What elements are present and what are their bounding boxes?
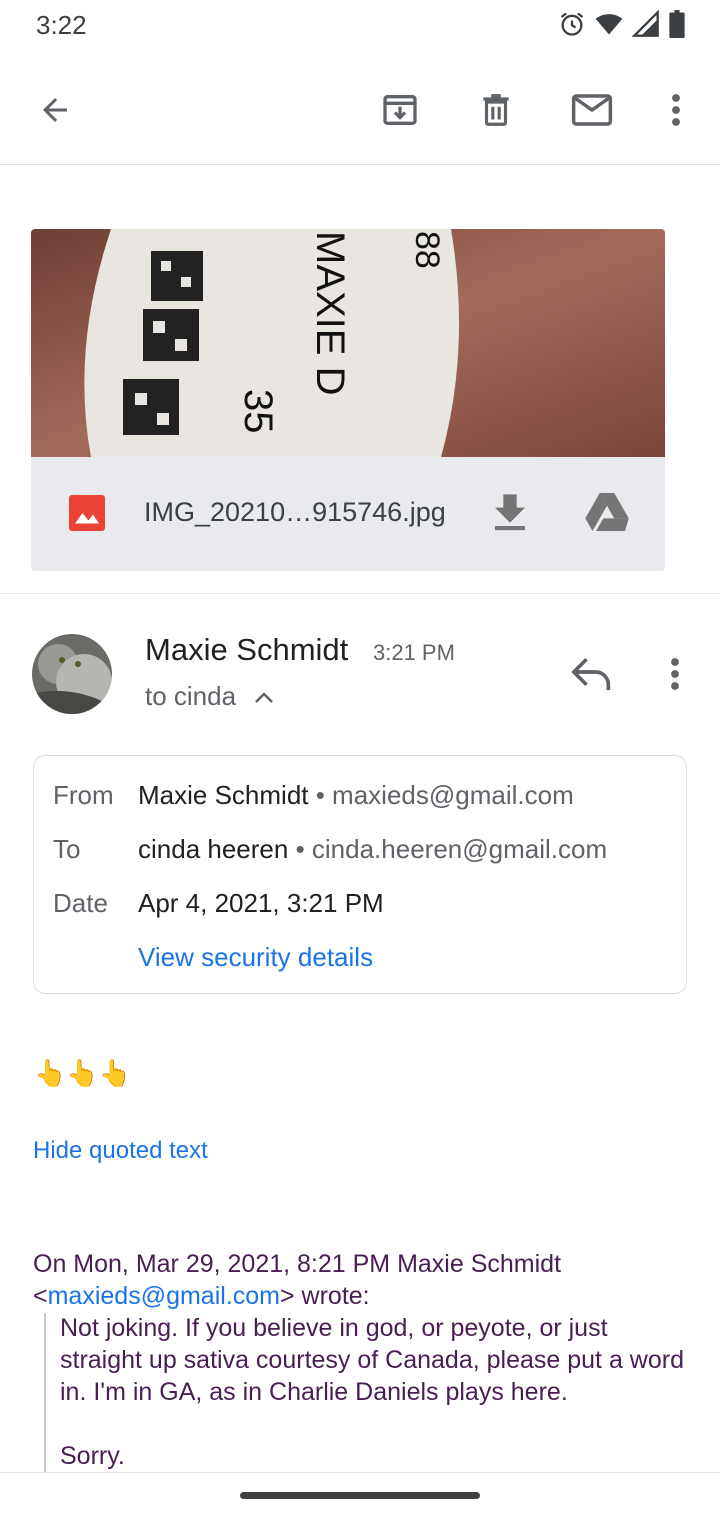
message-more-button[interactable] [670, 656, 680, 697]
quote-lt: < [33, 1282, 48, 1310]
status-time: 3:22 [36, 10, 87, 40]
archive-button[interactable] [372, 82, 428, 138]
reply-icon [571, 657, 611, 691]
app-toolbar [0, 56, 720, 165]
delete-button[interactable] [468, 82, 524, 138]
to-name: cinda heeren [138, 834, 289, 864]
svg-text:35: 35 [236, 389, 280, 434]
message-body: 👆👆👆 [34, 1058, 132, 1088]
svg-text:MAXIE D: MAXIE D [308, 231, 352, 395]
attachment-thumbnail[interactable]: 88 MAXIE D 35 [31, 229, 665, 457]
download-button[interactable] [493, 491, 527, 536]
bottom-divider [0, 1472, 720, 1473]
chevron-up-icon [255, 692, 274, 704]
home-gesture-bar[interactable] [240, 1492, 480, 1499]
delete-icon [483, 94, 509, 126]
image-file-icon [69, 495, 105, 531]
hide-quoted-text-link[interactable]: Hide quoted text [33, 1137, 208, 1165]
sender-name[interactable]: Maxie Schmidt [145, 632, 348, 668]
reply-button[interactable] [570, 652, 614, 697]
archive-icon [383, 95, 417, 125]
mark-unread-icon [571, 94, 613, 126]
from-email: • maxieds@gmail.com [315, 780, 574, 810]
view-security-details-link[interactable]: View security details [138, 942, 373, 973]
cell-signal-icon [631, 9, 660, 43]
quoted-text: Not joking. If you believe in god, or pe… [60, 1312, 690, 1472]
from-value: Maxie Schmidt • maxieds@gmail.com [138, 780, 574, 811]
drive-icon [585, 493, 629, 531]
quoted-paragraph: Not joking. If you believe in god, or pe… [60, 1314, 684, 1406]
to-label: To [53, 834, 81, 864]
status-icons [558, 9, 686, 43]
from-name: Maxie Schmidt [138, 780, 309, 810]
quote-wrote: > wrote: [280, 1282, 370, 1310]
quote-bar [44, 1313, 46, 1473]
recipients-toggle[interactable]: to cinda [145, 681, 275, 712]
back-button[interactable] [27, 82, 83, 138]
from-label: From [53, 780, 114, 810]
attachment-filename: IMG_20210…915746.jpg [144, 497, 446, 527]
download-icon [495, 494, 525, 531]
alarm-icon [558, 10, 586, 43]
save-to-drive-button[interactable] [585, 493, 629, 536]
message-details-box: From Maxie Schmidt • maxieds@gmail.com T… [33, 755, 687, 994]
section-divider [0, 593, 720, 594]
arrow-back-icon [43, 98, 67, 122]
attachment-bar: IMG_20210…915746.jpg [31, 457, 665, 571]
recipients-summary: to cinda [145, 681, 237, 711]
svg-text:88: 88 [408, 231, 446, 269]
to-value: cinda heeren • cinda.heeren@gmail.com [138, 834, 607, 865]
more-vert-icon [672, 94, 680, 126]
attachment-card[interactable]: 88 MAXIE D 35 IMG_20210…915746.jpg [31, 229, 665, 571]
date-value: Apr 4, 2021, 3:21 PM [138, 888, 384, 918]
quote-email-link[interactable]: maxieds@gmail.com [48, 1282, 280, 1310]
quoted-sorry: Sorry. [60, 1442, 125, 1470]
message-time: 3:21 PM [373, 640, 455, 665]
quote-attribution-line: On Mon, Mar 29, 2021, 8:21 PM Maxie Schm… [33, 1250, 562, 1278]
to-email: • cinda.heeren@gmail.com [295, 834, 608, 864]
more-vert-icon [671, 658, 679, 690]
date-label: Date [53, 888, 108, 918]
more-options-button[interactable] [648, 82, 704, 138]
mark-unread-button[interactable] [564, 82, 620, 138]
quote-attribution: On Mon, Mar 29, 2021, 8:21 PM Maxie Schm… [33, 1248, 693, 1312]
avatar[interactable] [32, 634, 112, 714]
battery-icon [668, 9, 686, 43]
wifi-icon [594, 10, 624, 43]
